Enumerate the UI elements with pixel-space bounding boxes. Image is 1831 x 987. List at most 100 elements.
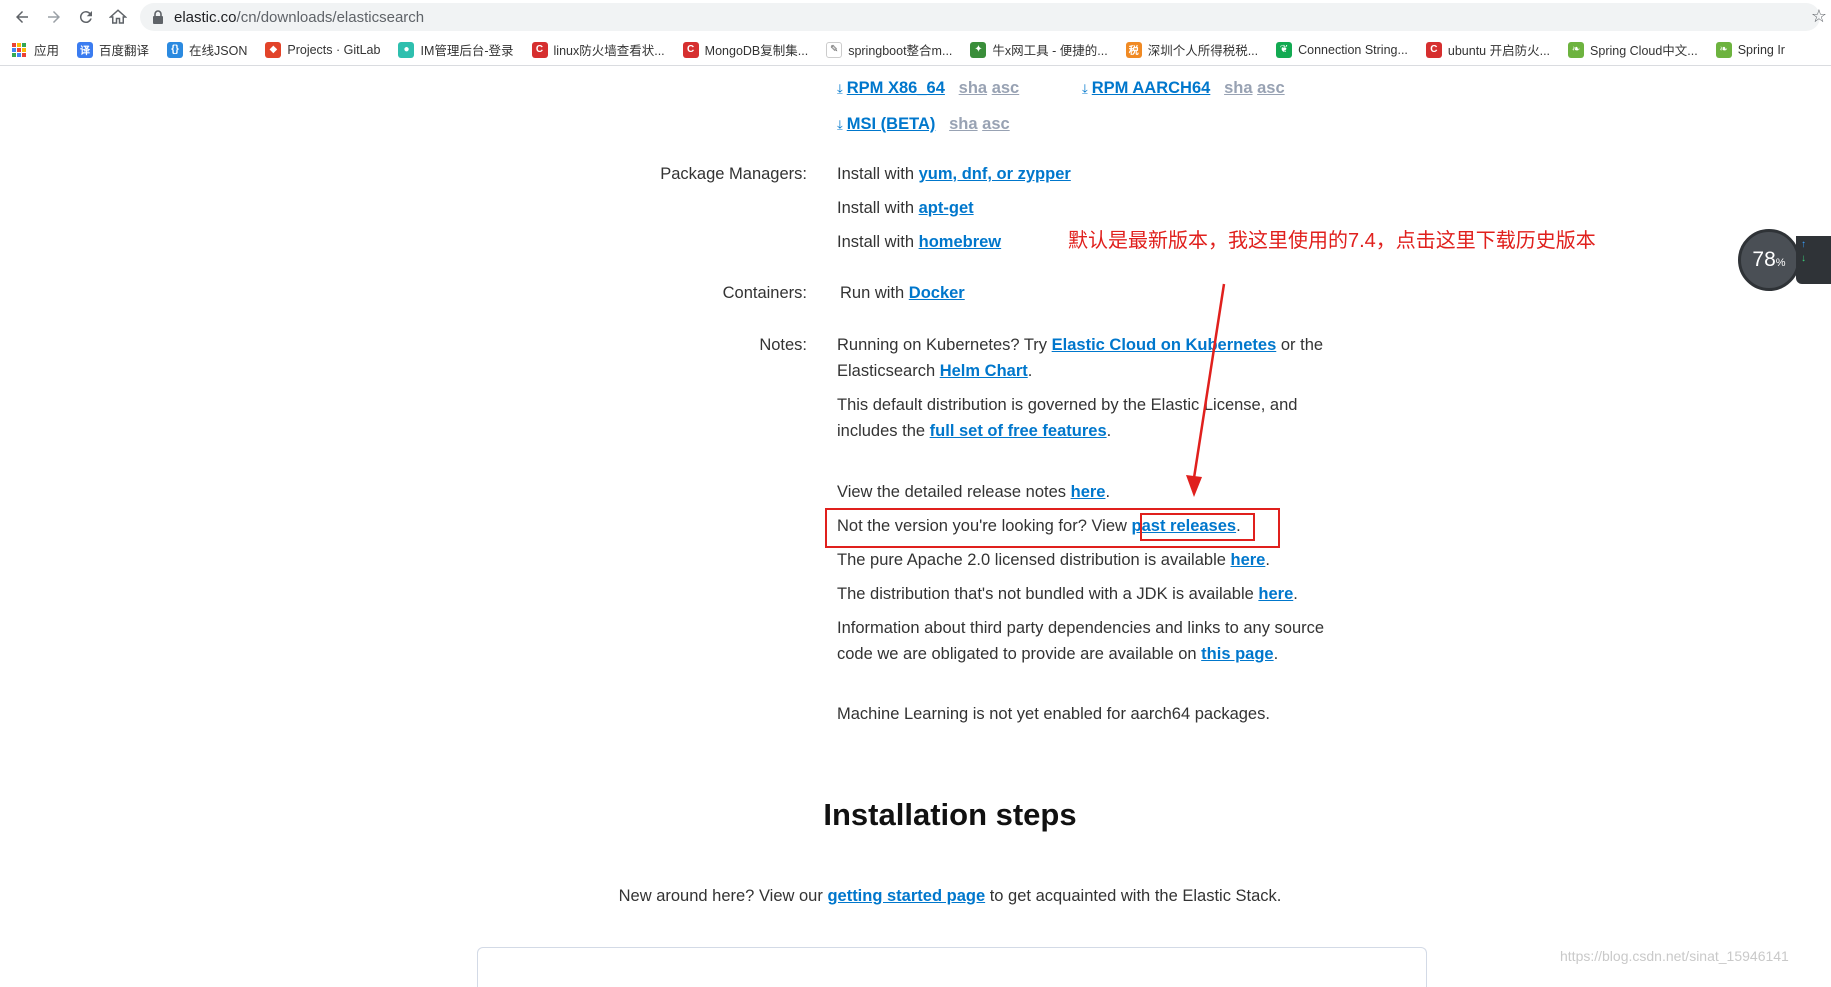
gitlab-icon: ◆ <box>265 41 282 58</box>
up-arrow-icon: ↑ <box>1801 239 1806 250</box>
install-brew-row: Install with homebrew <box>837 233 1001 252</box>
csdn-icon: C <box>531 41 548 58</box>
sha-link[interactable]: sha <box>959 79 987 97</box>
bookmark-label: 百度翻译 <box>99 44 150 58</box>
bookmarks-bar: 应用 译 百度翻译 {} 在线JSON ◆ Projects · GitLab … <box>0 34 1831 66</box>
download-row-msi: ⤓ MSI (BETA) sha asc <box>837 111 1010 138</box>
helm-chart-link[interactable]: Helm Chart <box>940 362 1028 380</box>
speed-widget[interactable]: 78% <box>1738 229 1800 291</box>
bookmark-gitlab[interactable]: ◆ Projects · GitLab <box>265 41 381 58</box>
bookmark-label: 牛x网工具 - 便捷的... <box>992 44 1108 58</box>
bookmark-niux-tools[interactable]: ✦ 牛x网工具 - 便捷的... <box>970 40 1108 59</box>
bookmark-mongodb[interactable]: C MongoDB复制集... <box>682 40 809 59</box>
install-apt-row: Install with apt-get <box>837 199 974 218</box>
license-note: This default distribution is governed by… <box>837 396 1298 440</box>
url-host: elastic.co <box>174 8 237 26</box>
msi-link[interactable]: MSI (BETA) <box>847 115 936 133</box>
release-notes-here-link[interactable]: here <box>1071 483 1106 501</box>
bug-icon: ✦ <box>970 41 987 58</box>
arrow-right-icon <box>48 11 60 23</box>
bookmark-label: MongoDB复制集... <box>704 44 809 58</box>
ml-note: Machine Learning is not yet enabled for … <box>837 705 1270 723</box>
homebrew-link[interactable]: homebrew <box>919 233 1002 251</box>
bookmark-label: IM管理后台-登录 <box>420 44 514 58</box>
home-icon <box>109 9 127 24</box>
k8s-text: Running on Kubernetes? Try <box>837 336 1052 354</box>
nojdk-text: The distribution that's not bundled with… <box>837 585 1259 603</box>
home-button[interactable] <box>102 2 134 32</box>
rpm-aarch-link[interactable]: RPM AARCH64 <box>1092 79 1211 97</box>
bookmark-connection-string[interactable]: ❦ Connection String... <box>1276 41 1408 58</box>
apache-note: The pure Apache 2.0 licensed distributio… <box>837 551 1270 569</box>
mongodb-leaf-icon: ❦ <box>1276 41 1293 58</box>
bookmark-spring-cloud[interactable]: ❧ Spring Cloud中文... <box>1568 40 1698 59</box>
arrow-left-icon <box>16 11 28 23</box>
bookmark-star-icon[interactable]: ☆ <box>1811 6 1827 27</box>
docker-link[interactable]: Docker <box>909 284 965 302</box>
apache-here-link[interactable]: here <box>1231 551 1266 569</box>
bookmark-apps[interactable]: 应用 <box>12 40 59 59</box>
yum-link[interactable]: yum, dnf, or zypper <box>919 165 1071 183</box>
bookmark-baidu-translate[interactable]: 译 百度翻译 <box>77 40 149 59</box>
nojdk-here-link[interactable]: here <box>1258 585 1293 603</box>
tax-icon: 税 <box>1125 41 1142 58</box>
installation-card <box>477 947 1427 987</box>
install-prefix: Install with <box>837 165 919 183</box>
bookmark-ubuntu-firewall[interactable]: C ubuntu 开启防火... <box>1425 40 1551 59</box>
lock-icon <box>153 10 163 24</box>
bookmark-label: Connection String... <box>1298 42 1408 57</box>
rpm-x86-link[interactable]: RPM X86_64 <box>847 79 945 97</box>
json-icon: {} <box>167 41 184 58</box>
run-prefix: Run with <box>840 284 909 302</box>
speed-unit: % <box>1775 257 1786 269</box>
speed-tab[interactable]: ↑ ↓ <box>1796 236 1831 284</box>
spring-leaf-icon: ❧ <box>1715 41 1732 58</box>
asc-link[interactable]: asc <box>982 115 1010 133</box>
bookmark-springboot[interactable]: ✎ springboot整合m... <box>826 40 952 59</box>
elastic-cloud-k8s-link[interactable]: Elastic Cloud on Kubernetes <box>1052 336 1277 354</box>
apache-text: The pure Apache 2.0 licensed distributio… <box>837 551 1231 569</box>
download-icon: ⤓ <box>837 117 843 132</box>
bookmark-label: Spring Cloud中文... <box>1590 44 1698 58</box>
release-notes-note: View the detailed release notes here. <box>837 483 1111 501</box>
download-icon: ⤓ <box>837 81 843 96</box>
apps-grid-icon <box>12 42 26 57</box>
highlight-box-past-releases <box>1140 513 1255 541</box>
bookmark-im-admin[interactable]: ● IM管理后台-登录 <box>398 40 514 59</box>
browser-toolbar: elastic.co/cn/downloads/elasticsearch ☆ <box>0 0 1831 34</box>
address-bar[interactable]: elastic.co/cn/downloads/elasticsearch <box>140 3 1820 31</box>
asc-link[interactable]: asc <box>992 79 1020 97</box>
free-features-link[interactable]: full set of free features <box>930 422 1107 440</box>
reload-icon <box>79 11 92 24</box>
bookmark-label: 应用 <box>34 44 60 58</box>
asc-link[interactable]: asc <box>1257 79 1285 97</box>
translate-icon: 译 <box>77 41 94 58</box>
bookmark-label: linux防火墙查看状... <box>553 44 665 58</box>
reload-button[interactable] <box>70 2 102 32</box>
speed-value: 78 <box>1752 248 1776 271</box>
bookmark-label: Spring Ir <box>1737 42 1785 57</box>
bookmark-online-json[interactable]: {} 在线JSON <box>167 40 247 59</box>
bookmark-spring-io[interactable]: ❧ Spring Ir <box>1715 41 1785 58</box>
bookmark-label: ubuntu 开启防火... <box>1447 44 1551 58</box>
feather-icon: ✎ <box>826 41 843 58</box>
getting-started-link[interactable]: getting started page <box>827 887 985 905</box>
bookmark-linux-firewall[interactable]: C linux防火墙查看状... <box>531 40 665 59</box>
sha-link[interactable]: sha <box>1224 79 1252 97</box>
bookmark-label: springboot整合m... <box>848 44 953 58</box>
install-prefix: Install with <box>837 233 919 251</box>
nojdk-note: The distribution that's not bundled with… <box>837 585 1298 603</box>
notes-label: Notes: <box>759 336 807 354</box>
installation-intro: New around here? View our getting starte… <box>0 887 1831 906</box>
sha-link[interactable]: sha <box>949 115 977 133</box>
bookmark-label: Projects · GitLab <box>287 42 381 57</box>
apt-get-link[interactable]: apt-get <box>919 199 974 217</box>
forward-button[interactable] <box>38 2 70 32</box>
intro-prefix: New around here? View our <box>618 887 828 905</box>
back-button[interactable] <box>6 2 38 32</box>
download-icon: ⤓ <box>1082 81 1088 96</box>
bookmark-tax[interactable]: 税 深圳个人所得税税... <box>1125 40 1258 59</box>
this-page-link[interactable]: this page <box>1201 645 1273 663</box>
url-path: /cn/downloads/elasticsearch <box>236 8 425 26</box>
watermark: https://blog.csdn.net/sinat_15946141 <box>1560 948 1789 964</box>
